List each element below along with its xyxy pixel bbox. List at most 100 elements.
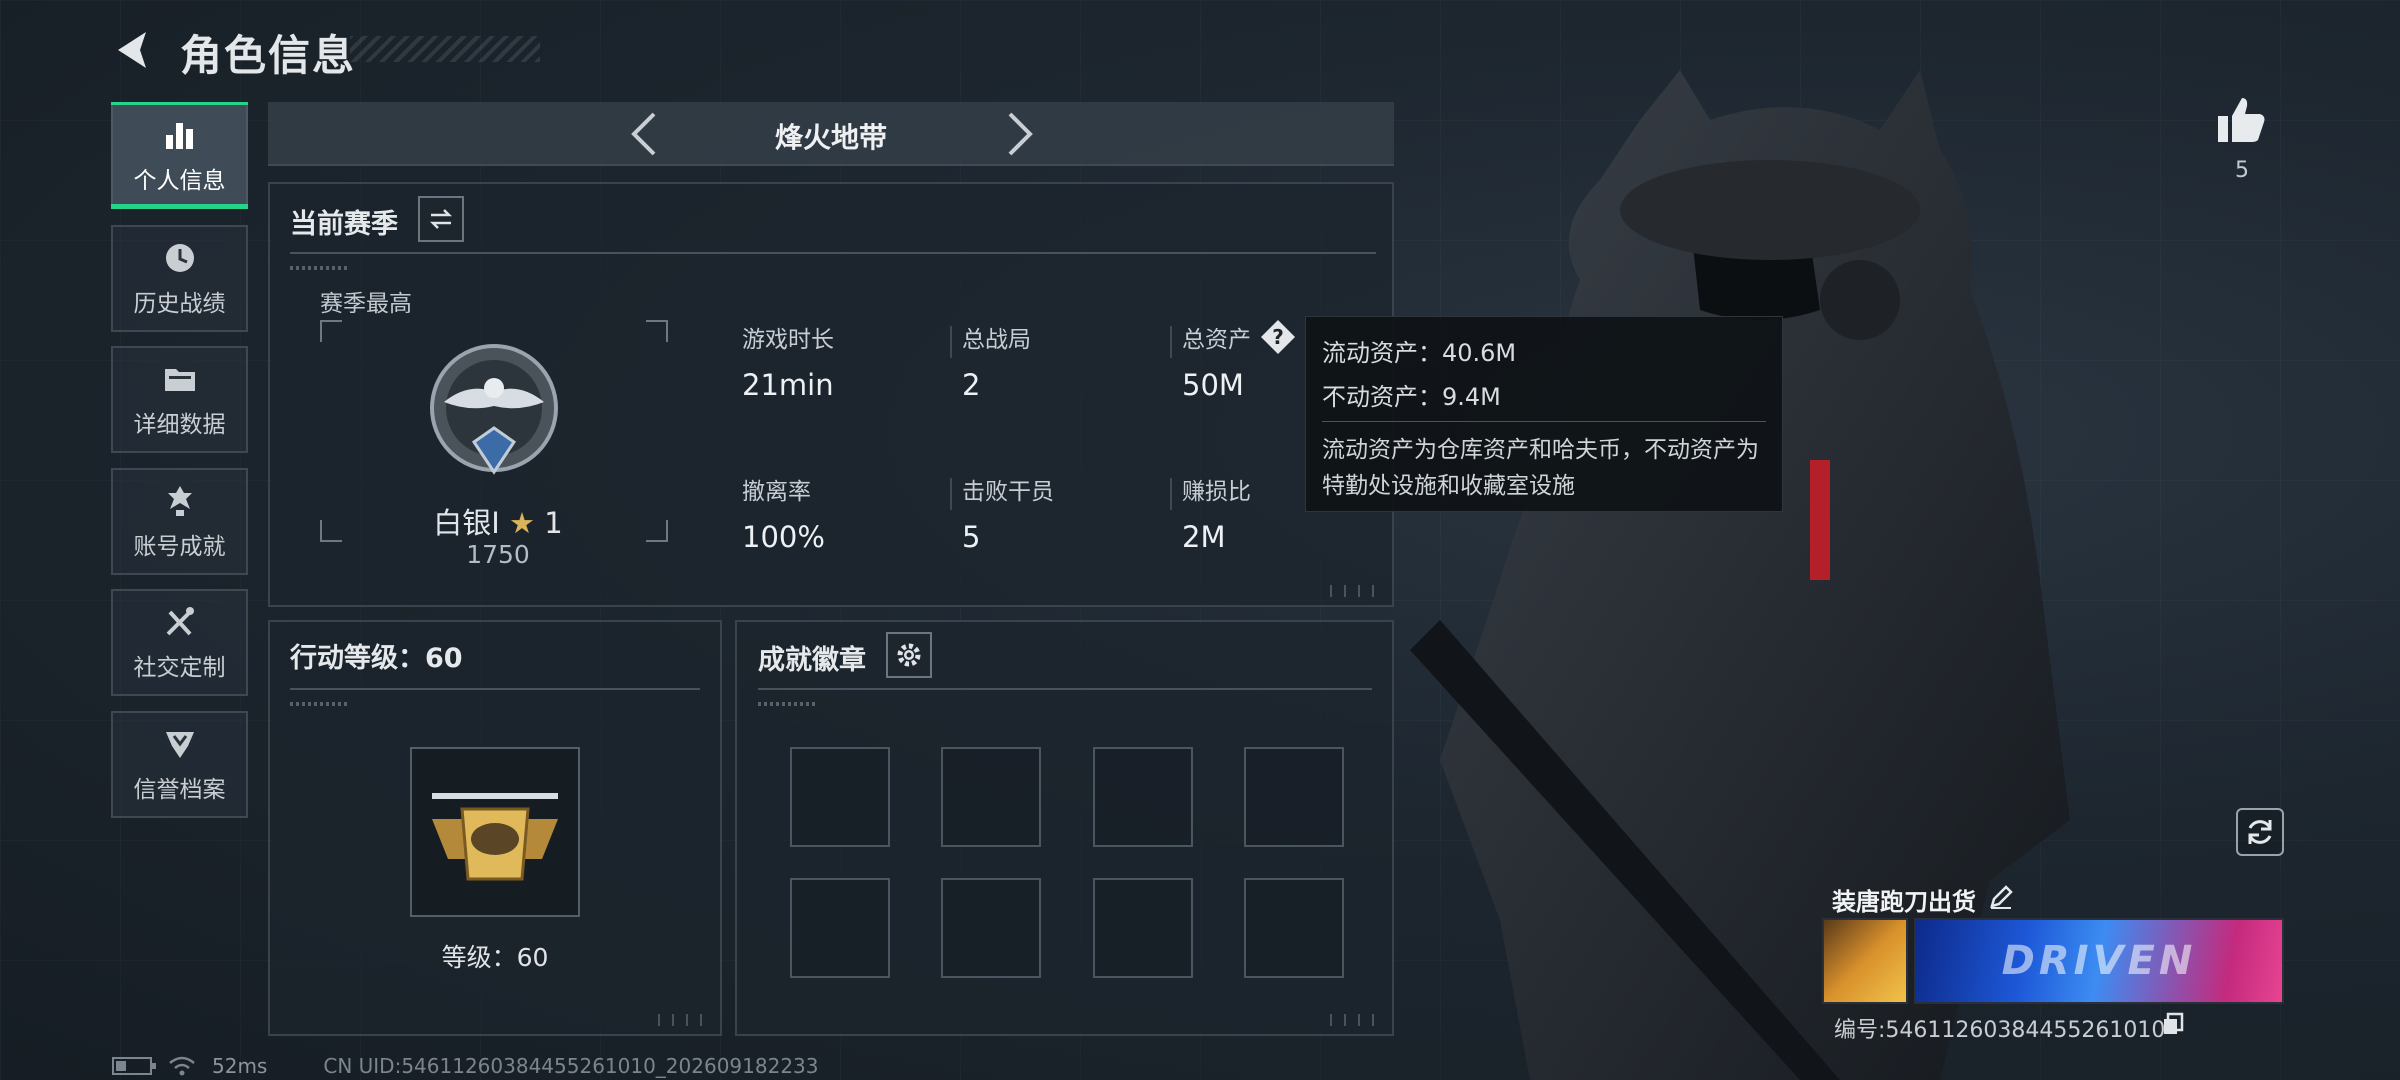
page-title: 角色信息: [180, 31, 357, 80]
badge-slot[interactable]: [1093, 747, 1193, 847]
season-best-label: 赛季最高: [320, 291, 412, 317]
chevron-right-icon[interactable]: [994, 110, 1042, 158]
badge-settings-button[interactable]: [886, 632, 932, 678]
nav-item-personal-info[interactable]: 个人信息: [111, 102, 248, 209]
nav-item-history[interactable]: 历史战绩: [111, 225, 248, 332]
nav-label: 个人信息: [133, 167, 226, 194]
stat-value: 5: [962, 520, 981, 554]
stat-total-matches: 总战局 2: [962, 320, 1162, 402]
avatar[interactable]: [1822, 918, 1908, 1004]
nav-label: 详细数据: [133, 411, 226, 438]
refresh-button[interactable]: [2236, 808, 2284, 856]
swap-arrows-icon: [429, 209, 453, 229]
stat-value: 100%: [742, 520, 825, 554]
nav-item-achievements[interactable]: 账号成就: [111, 468, 248, 575]
player-name: 装唐跑刀出货: [1832, 888, 1976, 916]
nav-label: 社交定制: [133, 654, 226, 681]
assets-tooltip: 流动资产：40.6M 不动资产：9.4M 流动资产为仓库资产和哈夫币，不动资产为…: [1305, 316, 1783, 512]
rank-name-row: 白银I ★ 1: [318, 500, 678, 542]
bar-chart-icon: [165, 122, 193, 149]
stat-value: 2M: [1182, 520, 1226, 554]
divider: [758, 688, 1372, 690]
tooltip-fixed-assets: 不动资产：9.4M: [1322, 383, 1501, 411]
badge-slot[interactable]: [790, 878, 890, 978]
stat-value: 2: [962, 368, 981, 402]
nav-label: 账号成就: [133, 533, 226, 560]
mode-title: 烽火地带: [774, 121, 887, 154]
badge-slot[interactable]: [790, 747, 890, 847]
thumbs-up-icon[interactable]: [2214, 94, 2268, 146]
rank-stars: 1: [544, 506, 563, 540]
stat-operators-defeated: 击败干员 5: [962, 472, 1162, 554]
tooltip-divider: [1322, 421, 1766, 422]
level-label: 等级：60: [441, 943, 549, 972]
stat-label: 击败干员: [962, 479, 1054, 505]
stat-label: 游戏时长: [742, 327, 834, 353]
nav-label: 信誉档案: [133, 776, 226, 803]
stat-separator: [950, 478, 952, 510]
rank-score: 1750: [466, 540, 530, 569]
help-question-icon[interactable]: ?: [1259, 318, 1297, 356]
achievement-icon: [167, 485, 192, 516]
ping-value: 52ms: [212, 1054, 268, 1078]
tooltip-liquid-assets: 流动资产：40.6M: [1322, 339, 1517, 367]
star-icon: ★: [509, 506, 536, 540]
uid-text: CN UID:54611260384455261010_202609182233: [323, 1054, 819, 1078]
divider: [290, 688, 700, 690]
gear-icon: [897, 643, 921, 667]
stat-label: 撤离率: [742, 479, 811, 505]
battery-icon: [112, 1057, 156, 1075]
folder-icon: [164, 368, 195, 391]
divider: [290, 252, 1376, 254]
nav-label: 历史战绩: [133, 290, 226, 317]
stat-label: 总战局: [962, 327, 1031, 353]
badge-slot[interactable]: [941, 747, 1041, 847]
panel-corner-decoration: [654, 1014, 710, 1026]
frame-corner: [320, 320, 342, 342]
stat-extraction-rate: 撤离率 100%: [742, 472, 942, 554]
badges-title: 成就徽章: [758, 645, 866, 676]
refresh-icon: [2248, 820, 2272, 844]
banner-text: DRIVEN: [2001, 938, 2197, 984]
rank-emblem-icon: [430, 344, 558, 475]
like-count: 5: [2235, 158, 2249, 183]
copy-icon[interactable]: [2162, 1012, 2184, 1036]
wifi-icon: [169, 1056, 195, 1076]
title-decoration: [350, 36, 540, 62]
badge-slot[interactable]: [1244, 747, 1344, 847]
nav-item-detailed-data[interactable]: 详细数据: [111, 346, 248, 453]
badge-slot[interactable]: [941, 878, 1041, 978]
stat-separator: [1170, 478, 1172, 510]
level-badge-frame: [410, 747, 580, 917]
stat-play-time: 游戏时长 21min: [742, 320, 942, 402]
stat-value: 21min: [742, 368, 834, 402]
helicopter-emblem-icon: [432, 793, 558, 881]
edit-pencil-icon[interactable]: [1988, 884, 2014, 910]
tools-icon: [166, 606, 194, 635]
panel-corner-decoration: [1326, 585, 1382, 597]
stat-separator: [950, 326, 952, 358]
rank-name: 白银I: [433, 506, 500, 540]
badge-slot[interactable]: [1093, 878, 1193, 978]
stat-separator: [1170, 326, 1172, 358]
divider-tick: [758, 702, 818, 706]
player-id: 编号:54611260384455261010: [1834, 1018, 2166, 1043]
shield-emblem-icon: [165, 731, 194, 758]
switch-season-button[interactable]: [418, 196, 464, 242]
back-arrow-icon[interactable]: [110, 28, 154, 72]
mode-selector: 烽火地带: [268, 102, 1394, 166]
nav-item-social-custom[interactable]: 社交定制: [111, 589, 248, 696]
nav-item-reputation[interactable]: 信誉档案: [111, 711, 248, 818]
history-clock-icon: [165, 243, 194, 272]
status-bar: 52ms CN UID:54611260384455261010_2026091…: [112, 1054, 819, 1078]
level-title: 行动等级：60: [290, 643, 463, 674]
season-title: 当前赛季: [290, 209, 398, 240]
panel-corner-decoration: [1326, 1014, 1382, 1026]
divider-tick: [290, 702, 350, 706]
svg-text:?: ?: [1272, 325, 1284, 349]
frame-corner: [646, 320, 668, 342]
divider-tick: [290, 266, 350, 270]
profile-banner[interactable]: DRIVEN: [1914, 918, 2284, 1004]
tooltip-description: 流动资产为仓库资产和哈夫币，不动资产为特勤处设施和收藏室设施: [1322, 437, 1759, 499]
badge-slot[interactable]: [1244, 878, 1344, 978]
